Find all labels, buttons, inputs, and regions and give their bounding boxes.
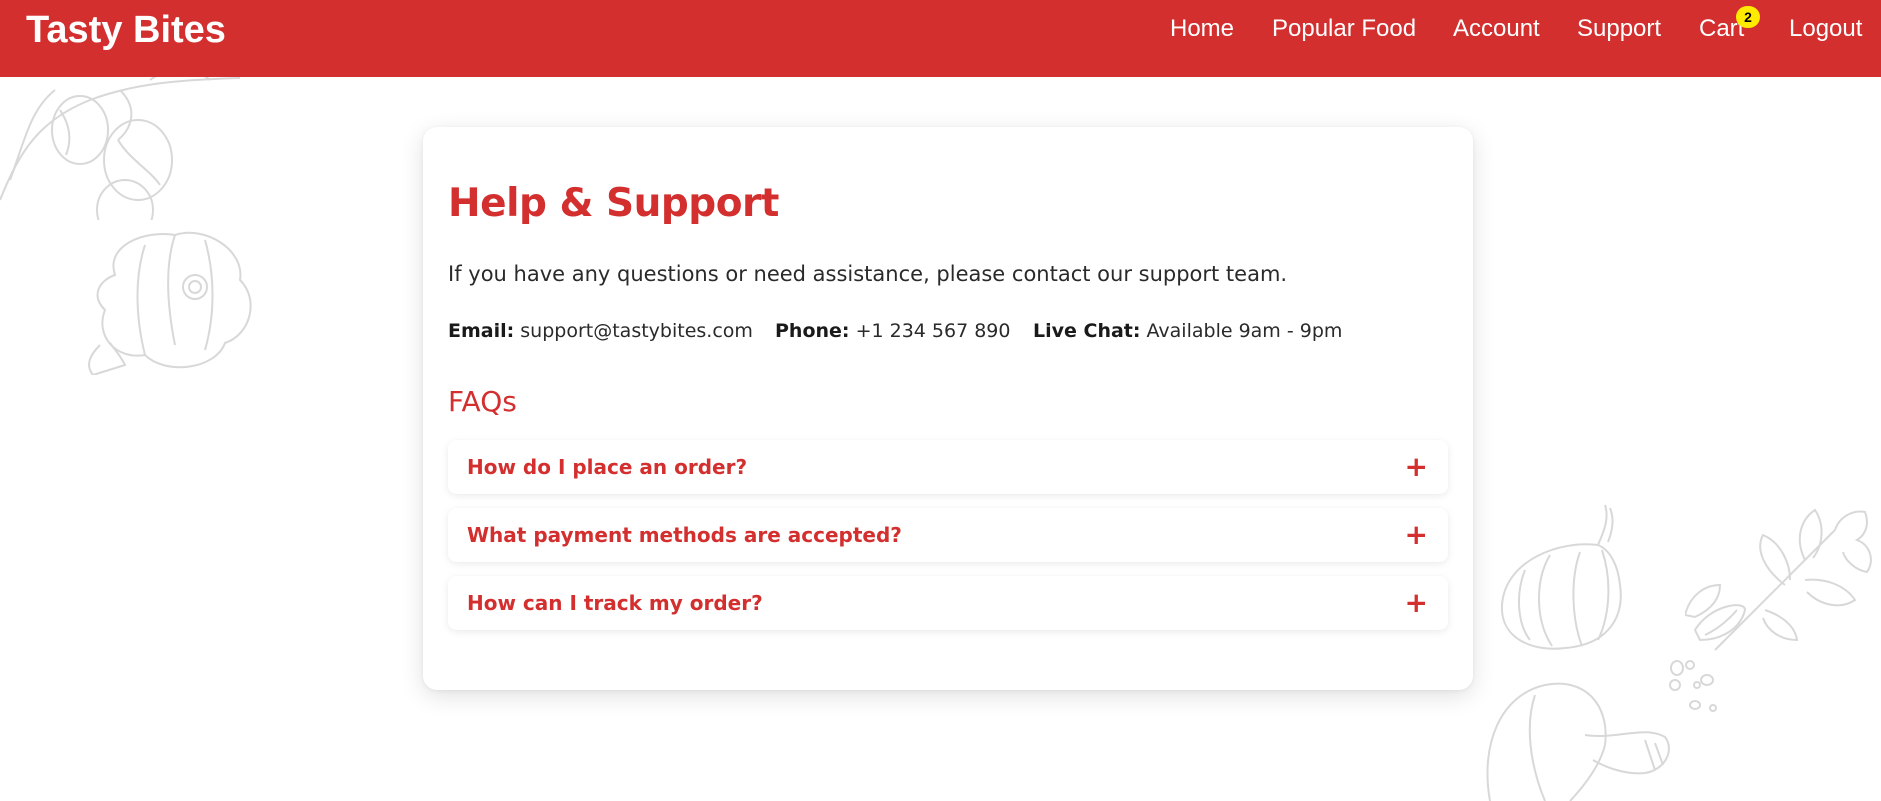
cart-count-badge: 2 — [1736, 6, 1760, 28]
garlic-doodle-right — [1490, 500, 1640, 660]
contact-email: Email: support@tastybites.com — [448, 318, 753, 344]
faq-item-payment-methods[interactable]: What payment methods are accepted? + — [448, 508, 1448, 562]
seed-doodles-right — [1665, 600, 1765, 715]
phone-value: +1 234 567 890 — [855, 320, 1011, 342]
page: Tasty Bites Home Popular Food Account Su… — [0, 0, 1881, 801]
nav-link-home[interactable]: Home — [1170, 14, 1234, 44]
nav-link-logout[interactable]: Logout — [1789, 14, 1862, 44]
expand-plus-icon[interactable]: + — [1405, 520, 1428, 550]
nav-link-support[interactable]: Support — [1577, 14, 1661, 44]
page-title: Help & Support — [448, 181, 779, 226]
faq-item-track-order[interactable]: How can I track my order? + — [448, 576, 1448, 630]
expand-plus-icon[interactable]: + — [1405, 588, 1428, 618]
expand-plus-icon[interactable]: + — [1405, 452, 1428, 482]
faq-question[interactable]: How do I place an order? — [467, 453, 747, 481]
email-label: Email: — [448, 320, 515, 342]
support-intro-text: If you have any questions or need assist… — [448, 262, 1288, 286]
email-value: support@tastybites.com — [520, 320, 753, 342]
nav-links: Home Popular Food Account Support Cart 2… — [0, 0, 1881, 60]
contact-info-row: Email: support@tastybites.com Phone: +1 … — [448, 318, 1448, 344]
nav-link-popular-food[interactable]: Popular Food — [1272, 14, 1416, 44]
faq-question[interactable]: What payment methods are accepted? — [467, 521, 902, 549]
live-chat-label: Live Chat: — [1033, 320, 1141, 342]
navbar: Tasty Bites Home Popular Food Account Su… — [0, 0, 1881, 77]
faq-question[interactable]: How can I track my order? — [467, 589, 763, 617]
contact-live-chat: Live Chat: Available 9am - 9pm — [1033, 318, 1342, 344]
vegetable-doodle-top-left — [0, 70, 260, 220]
phone-label: Phone: — [775, 320, 850, 342]
contact-phone: Phone: +1 234 567 890 — [775, 318, 1011, 344]
faq-item-place-order[interactable]: How do I place an order? + — [448, 440, 1448, 494]
squash-doodle-left — [85, 225, 260, 375]
support-card: Help & Support If you have any questions… — [423, 127, 1473, 690]
live-chat-value: Available 9am - 9pm — [1146, 320, 1343, 342]
nav-link-account[interactable]: Account — [1453, 14, 1540, 44]
faq-heading: FAQs — [448, 385, 517, 418]
